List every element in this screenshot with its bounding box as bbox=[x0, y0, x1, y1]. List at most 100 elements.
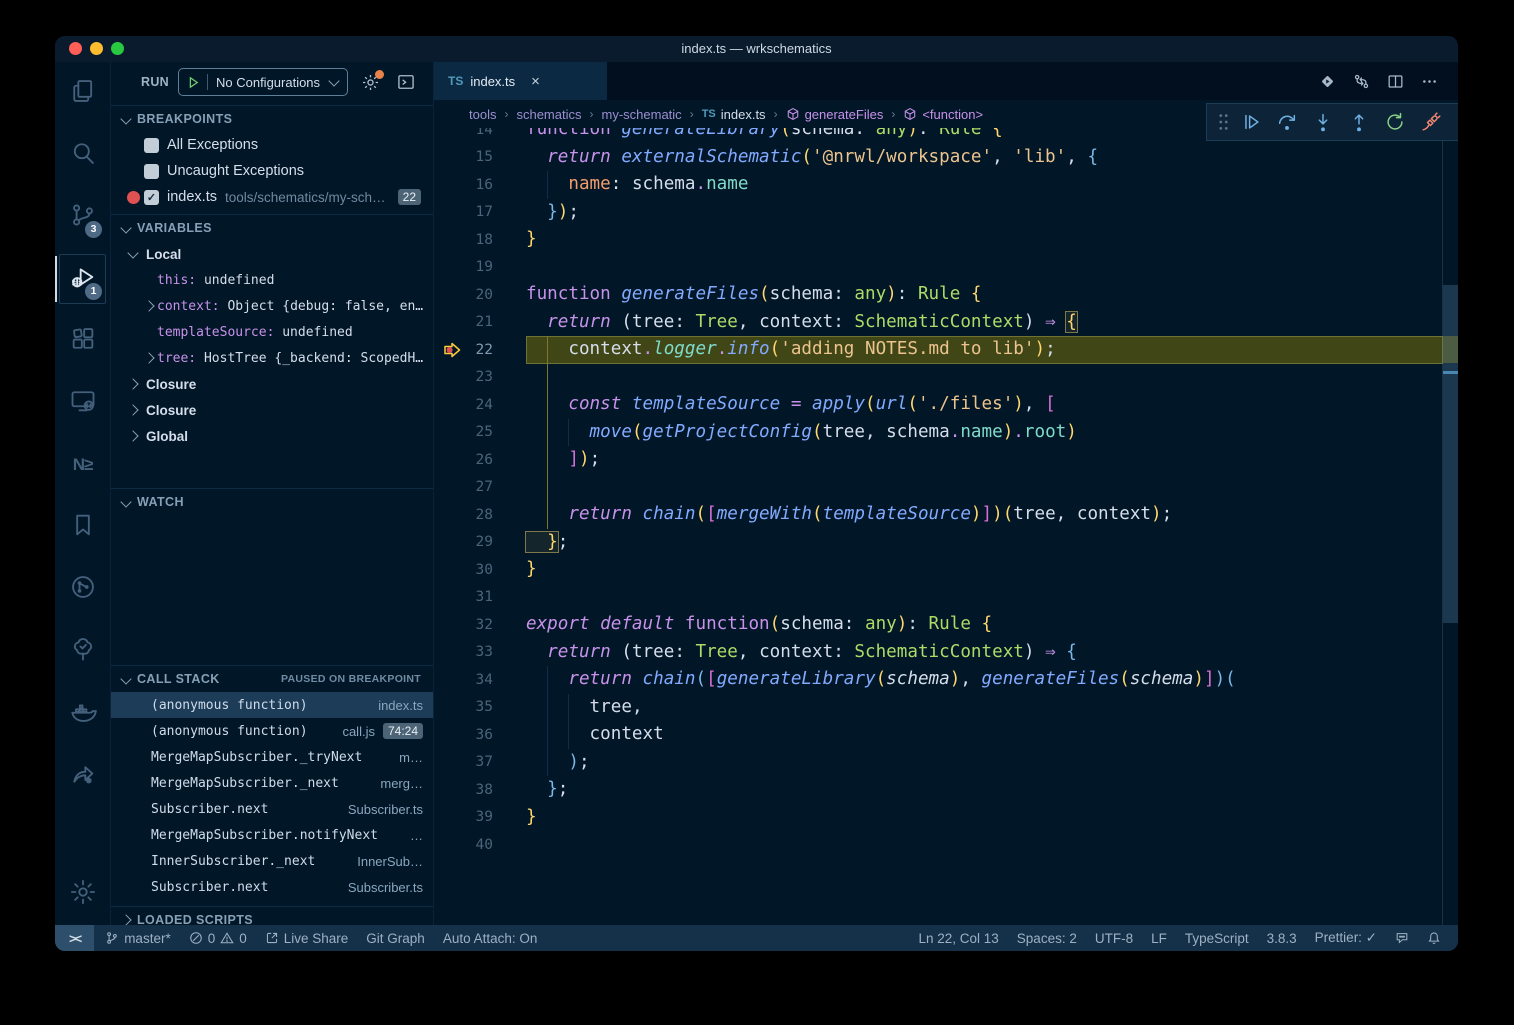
breakpoint-row[interactable]: All Exceptions bbox=[111, 132, 433, 158]
editor-gutter[interactable]: 35 bbox=[434, 694, 526, 722]
code-line-content[interactable] bbox=[526, 474, 1443, 502]
activity-item-todo-tree[interactable] bbox=[55, 620, 110, 682]
code-line-content[interactable]: context.logger.info('adding NOTES.md to … bbox=[526, 336, 1443, 364]
editor-gutter[interactable]: 31 bbox=[434, 584, 526, 612]
editor-gutter[interactable]: 19 bbox=[434, 254, 526, 282]
editor-gutter[interactable]: 28 bbox=[434, 501, 526, 529]
breadcrumb-item[interactable]: ›my-schematic bbox=[582, 107, 682, 122]
section-header-breakpoints[interactable]: BREAKPOINTS bbox=[111, 105, 433, 132]
activity-item-extensions[interactable] bbox=[55, 310, 110, 372]
editor-gutter[interactable]: 38 bbox=[434, 776, 526, 804]
close-tab-icon[interactable]: × bbox=[531, 74, 540, 89]
editor-gutter[interactable]: 23 bbox=[434, 364, 526, 392]
editor-gutter[interactable]: 30 bbox=[434, 556, 526, 584]
code-line-content[interactable]: move(getProjectConfig(tree, schema.name)… bbox=[526, 419, 1443, 447]
configure-gear-button[interactable] bbox=[361, 73, 380, 92]
breadcrumb-item[interactable]: ›<function> bbox=[883, 107, 983, 122]
editor-gutter[interactable]: 20 bbox=[434, 281, 526, 309]
variable-row[interactable]: Global bbox=[111, 423, 433, 449]
activity-item-run-and-debug[interactable]: 1 bbox=[55, 248, 110, 310]
code-line-content[interactable]: return (tree: Tree, context: SchematicCo… bbox=[526, 309, 1443, 337]
activity-item-explorer[interactable] bbox=[55, 62, 110, 124]
status-cursor-position[interactable]: Ln 22, Col 13 bbox=[909, 931, 1007, 946]
variable-row[interactable]: this: undefined bbox=[111, 267, 433, 293]
stack-frame-row[interactable]: MergeMapSubscriber._nextmerg… bbox=[111, 770, 433, 796]
tab-index-ts[interactable]: TS index.ts × bbox=[434, 62, 607, 100]
activity-item-deploy[interactable] bbox=[55, 744, 110, 806]
editor-gutter[interactable]: 24 bbox=[434, 391, 526, 419]
editor-gutter[interactable]: 14 bbox=[434, 128, 526, 144]
code-line-content[interactable]: tree, bbox=[526, 694, 1443, 722]
restart-button[interactable] bbox=[1377, 106, 1413, 138]
breakpoint-checkbox[interactable] bbox=[144, 190, 159, 205]
breakpoint-checkbox[interactable] bbox=[144, 164, 159, 179]
variable-row[interactable]: Closure bbox=[111, 371, 433, 397]
editor-gutter[interactable]: 25 bbox=[434, 419, 526, 447]
editor-gutter[interactable]: 37 bbox=[434, 749, 526, 777]
stack-frame-row[interactable]: (anonymous function)call.js74:24 bbox=[111, 718, 433, 744]
status-eol[interactable]: LF bbox=[1142, 931, 1176, 946]
code-line-content[interactable]: }; bbox=[526, 529, 1443, 557]
disconnect-button[interactable] bbox=[1413, 106, 1449, 138]
code-line-content[interactable] bbox=[526, 254, 1443, 282]
toolbar-drag-handle[interactable] bbox=[1213, 112, 1233, 132]
section-header-loaded-scripts[interactable]: LOADED SCRIPTS bbox=[111, 906, 433, 925]
editor-gutter[interactable]: 18 bbox=[434, 226, 526, 254]
code-line-content[interactable]: return (tree: Tree, context: SchematicCo… bbox=[526, 639, 1443, 667]
editor-gutter[interactable]: 32 bbox=[434, 611, 526, 639]
stack-frame-row[interactable]: Subscriber.nextSubscriber.ts bbox=[111, 796, 433, 822]
code-line-content[interactable]: context bbox=[526, 721, 1443, 749]
code-line-content[interactable]: name: schema.name bbox=[526, 171, 1443, 199]
breakpoint-row[interactable]: Uncaught Exceptions bbox=[111, 158, 433, 184]
scrollbar-thumb[interactable] bbox=[1443, 285, 1458, 623]
breadcrumb-item[interactable]: tools bbox=[469, 107, 496, 122]
step-into-button[interactable] bbox=[1305, 106, 1341, 138]
breakpoint-row[interactable]: index.tstools/schematics/my-sch…22 bbox=[111, 184, 433, 210]
activity-item-nx-console[interactable]: N≥ bbox=[55, 434, 110, 496]
step-out-button[interactable] bbox=[1341, 106, 1377, 138]
code-line-content[interactable]: return externalSchematic('@nrwl/workspac… bbox=[526, 144, 1443, 172]
code-line-content[interactable]: const templateSource = apply(url('./file… bbox=[526, 391, 1443, 419]
editor-gutter[interactable]: 17 bbox=[434, 199, 526, 227]
breadcrumb-item[interactable]: ›TSindex.ts bbox=[682, 107, 766, 122]
status-indentation[interactable]: Spaces: 2 bbox=[1008, 931, 1086, 946]
stack-frame-row[interactable]: MergeMapSubscriber._tryNextm… bbox=[111, 744, 433, 770]
stack-frame-row[interactable]: MergeMapSubscriber.notifyNext… bbox=[111, 822, 433, 848]
activity-item-search[interactable] bbox=[55, 124, 110, 186]
editor-gutter[interactable]: 39 bbox=[434, 804, 526, 832]
activity-item-remote-explorer[interactable] bbox=[55, 372, 110, 434]
code-line-content[interactable]: } bbox=[526, 556, 1443, 584]
activity-item-source-control[interactable]: 3 bbox=[55, 186, 110, 248]
code-line-content[interactable] bbox=[526, 364, 1443, 392]
activity-item-docker[interactable] bbox=[55, 682, 110, 744]
editor-gutter[interactable]: 16 bbox=[434, 171, 526, 199]
status-problems[interactable]: 00 bbox=[180, 925, 256, 951]
stack-frame-row[interactable]: (anonymous function)index.ts bbox=[111, 692, 433, 718]
editor-gutter[interactable]: 34 bbox=[434, 666, 526, 694]
editor-gutter[interactable]: 33 bbox=[434, 639, 526, 667]
variable-row[interactable]: templateSource: undefined bbox=[111, 319, 433, 345]
status-language-mode[interactable]: TypeScript bbox=[1176, 931, 1258, 946]
editor-gutter[interactable]: 40 bbox=[434, 831, 526, 859]
variable-row[interactable]: Closure bbox=[111, 397, 433, 423]
code-line-content[interactable]: } bbox=[526, 804, 1443, 832]
status-ts-version[interactable]: 3.8.3 bbox=[1258, 931, 1306, 946]
breadcrumb-item[interactable]: ›generateFiles bbox=[766, 107, 884, 122]
more-actions-button[interactable] bbox=[1418, 70, 1440, 92]
code-line-content[interactable]: export default function(schema: any): Ru… bbox=[526, 611, 1443, 639]
continue-button[interactable] bbox=[1233, 106, 1269, 138]
status-notifications[interactable] bbox=[1418, 931, 1450, 945]
status-prettier[interactable]: Prettier: ✓ bbox=[1306, 930, 1386, 946]
step-over-button[interactable] bbox=[1269, 106, 1305, 138]
editor-gutter[interactable]: 27 bbox=[434, 474, 526, 502]
editor-gutter[interactable]: 15 bbox=[434, 144, 526, 172]
code-line-content[interactable] bbox=[526, 831, 1443, 859]
code-line-content[interactable] bbox=[526, 584, 1443, 612]
breadcrumb-item[interactable]: ›schematics bbox=[496, 107, 581, 122]
code-line-content[interactable]: return chain([mergeWith(templateSource)]… bbox=[526, 501, 1443, 529]
status-feedback[interactable] bbox=[1386, 931, 1418, 945]
breakpoint-checkbox[interactable] bbox=[144, 138, 159, 153]
code-line-content[interactable]: }); bbox=[526, 199, 1443, 227]
code-editor[interactable]: 14function generateLibrary(schema: any):… bbox=[434, 128, 1443, 925]
code-line-content[interactable]: ); bbox=[526, 749, 1443, 777]
